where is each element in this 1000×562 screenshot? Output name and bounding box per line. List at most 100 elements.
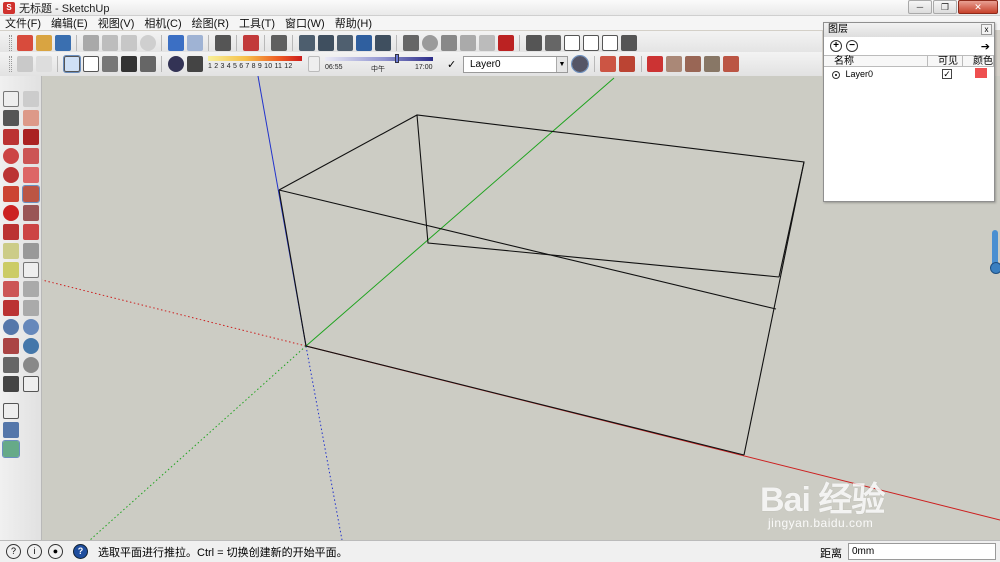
erase-icon[interactable] [139,35,156,51]
zoom-extents-icon[interactable] [3,338,19,354]
menu-window[interactable]: 窗口(W) [280,15,330,31]
left-view-icon[interactable] [374,35,391,51]
stamp-icon[interactable] [685,56,701,72]
polygon-icon[interactable] [3,167,19,183]
layer-dropdown[interactable]: Layer0 ▼ [463,55,568,73]
make-component-icon[interactable] [23,91,39,107]
shadow-date-bar[interactable] [208,56,302,61]
freehand-icon[interactable] [23,148,39,164]
shadows-toggle-icon[interactable] [167,56,184,72]
shadow-date-thumb[interactable] [307,56,320,72]
help-icon[interactable]: ? [73,544,88,559]
geo-location-icon[interactable] [3,422,19,438]
menu-draw[interactable]: 绘图(R) [187,15,234,31]
orbit-icon[interactable] [402,35,419,51]
copy-icon[interactable] [101,35,118,51]
maximize-button[interactable]: ❐ [933,0,957,14]
component-icon[interactable] [525,35,542,51]
top-view-icon[interactable] [298,35,315,51]
dimension-icon[interactable] [23,243,39,259]
close-button[interactable]: ✕ [958,0,998,14]
walk-icon[interactable] [440,35,457,51]
back-edges-icon[interactable] [35,56,52,72]
warehouse-icon[interactable] [497,35,514,51]
layer-name[interactable]: Layer0 [846,69,874,79]
column-visible[interactable]: 可见 [928,56,963,67]
box-back-edges[interactable] [416,114,780,278]
minimize-button[interactable]: ─ [908,0,932,14]
position-camera-icon[interactable] [3,357,19,373]
section-cut-icon[interactable] [23,376,39,392]
sandbox-icon[interactable] [647,56,663,72]
add-layer-button[interactable]: + [830,40,842,52]
layer-details-icon[interactable]: ➔ [981,40,990,53]
zoom-window-icon[interactable] [23,319,39,335]
orbit-tool-icon[interactable] [3,300,19,316]
cut-icon[interactable] [82,35,99,51]
geo-location-status-icon[interactable]: ? [6,544,21,559]
tape-measure-icon[interactable] [3,243,19,259]
monochrome-icon[interactable] [139,56,156,72]
3d-text-icon[interactable] [23,281,39,297]
layer-row[interactable]: Layer0 ✓ [824,67,994,81]
text-icon[interactable] [23,262,39,278]
save-icon[interactable] [54,35,71,51]
circle-icon[interactable] [3,148,19,164]
layer-color-swatch[interactable] [975,68,987,78]
shadow-time-bar[interactable] [325,57,433,61]
menu-camera[interactable]: 相机(C) [139,15,186,31]
shaded-icon[interactable] [101,56,118,72]
visible-checkbox[interactable]: ✓ [942,69,952,79]
walk-footprints-icon[interactable] [3,376,19,392]
pan-hand-icon[interactable] [23,300,39,316]
section-icon[interactable] [459,35,476,51]
rotate-icon[interactable] [3,205,19,221]
section-plane-icon[interactable] [600,56,616,72]
arc-icon[interactable] [23,167,39,183]
active-layer-radio[interactable] [832,70,840,79]
previous-view-icon[interactable] [23,338,39,354]
info-credits-icon[interactable]: i [27,544,42,559]
back-view-icon[interactable] [355,35,372,51]
box-bottom-front-edge[interactable] [278,189,745,456]
drape-icon[interactable] [704,56,720,72]
new-file-icon[interactable] [16,35,33,51]
box-model[interactable] [278,114,805,456]
menu-view[interactable]: 视图(V) [93,15,140,31]
flag-icon[interactable] [478,35,495,51]
protractor-icon[interactable] [3,262,19,278]
menu-tools[interactable]: 工具(T) [234,15,280,31]
fog-icon[interactable] [186,56,203,72]
from-contours-icon[interactable] [666,56,682,72]
push-pull-icon[interactable] [22,185,40,203]
menu-file[interactable]: 文件(F) [0,15,46,31]
flip-edge-icon[interactable] [723,56,739,72]
menu-edit[interactable]: 编辑(E) [46,15,93,31]
paint-bucket-icon[interactable] [3,110,19,126]
print-icon[interactable] [214,35,231,51]
user-account-icon[interactable]: ● [48,544,63,559]
chevron-down-icon[interactable]: ▼ [556,56,567,72]
line-pencil-icon[interactable] [23,129,39,145]
right-view-icon[interactable] [336,35,353,51]
offset-icon[interactable] [23,224,39,240]
follow-me-icon[interactable] [23,205,39,221]
box-icon[interactable] [620,35,637,51]
photo-texture-icon[interactable] [2,440,20,458]
scale-icon[interactable] [3,224,19,240]
close-icon[interactable]: x [981,24,992,35]
undo-icon[interactable] [167,35,184,51]
box-right-vertical-edge[interactable] [743,161,805,456]
iso-view-icon[interactable] [270,35,287,51]
roof-icon[interactable] [601,35,618,51]
compass-icon[interactable] [3,403,19,419]
toolbar-grip[interactable] [9,35,12,51]
target-icon[interactable] [421,35,438,51]
model-info-icon[interactable] [242,35,259,51]
section-display-icon[interactable] [619,56,635,72]
open-folder-icon[interactable] [35,35,52,51]
hidden-line-icon[interactable] [82,56,99,72]
column-color[interactable]: 颜色 [963,56,994,67]
rectangle-icon[interactable] [3,129,19,145]
paste-icon[interactable] [120,35,137,51]
